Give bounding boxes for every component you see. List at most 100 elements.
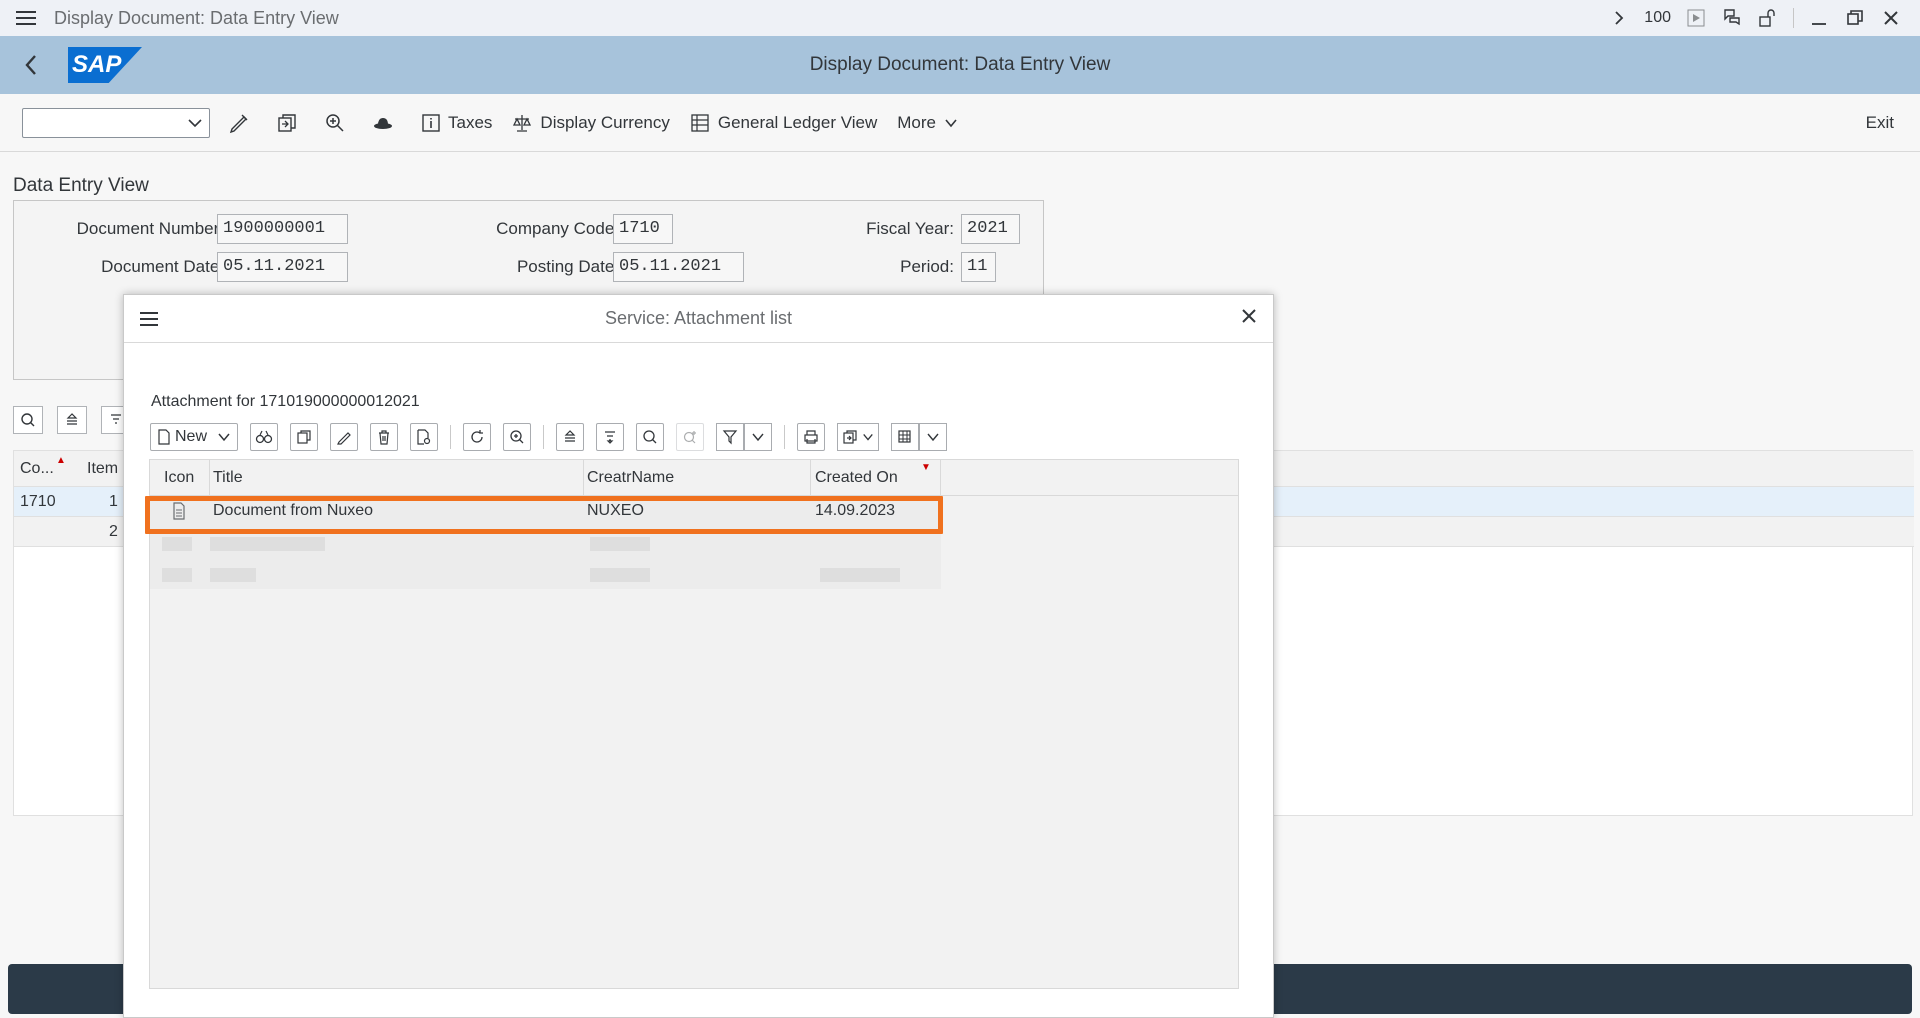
speech-icon[interactable] [1721,7,1743,29]
edit-icon[interactable] [220,104,258,142]
toolbar-separator [450,425,452,449]
back-icon[interactable] [24,50,48,80]
unlock-icon[interactable] [1757,7,1779,29]
column-header-title[interactable]: Title [213,469,243,487]
document-date-field[interactable]: 05.11.2021 [217,252,348,282]
delete-icon[interactable] [370,423,399,451]
sort-indicator-icon: ▲ [56,455,66,466]
posting-date-label: Posting Date: [516,257,619,276]
taxes-button[interactable]: Taxes [422,113,492,133]
export-icon[interactable] [837,423,880,451]
sort-descending-icon[interactable] [596,423,625,451]
chevron-down-icon [863,434,873,441]
dialog-header: Service: Attachment list [124,295,1273,343]
cell-item: 2 [109,523,118,540]
refresh-icon[interactable] [463,423,492,451]
period-field[interactable]: 11 [961,252,996,282]
hat-icon[interactable] [364,104,402,142]
toolbar-separator [543,425,545,449]
play-icon[interactable] [1685,7,1707,29]
zoom-icon[interactable] [316,104,354,142]
sort-ascending-icon[interactable] [57,406,87,434]
display-currency-label: Display Currency [540,112,670,132]
chevron-down-icon[interactable] [744,423,773,451]
attachment-list-dialog: Service: Attachment list Attachment for … [123,294,1274,1018]
zoom-in-icon[interactable] [503,423,532,451]
zoom-icon[interactable] [13,406,43,434]
scale-icon [513,114,532,132]
display-icon[interactable] [250,423,279,451]
attachment-toolbar: New [150,423,959,451]
minimize-icon[interactable] [1808,7,1830,29]
general-ledger-view-label: General Ledger View [717,112,878,132]
fiscal-year-label: Fiscal Year: [866,219,954,238]
hamburger-menu-icon[interactable] [16,11,44,25]
general-ledger-view-button[interactable]: General Ledger View [690,113,877,133]
company-code-field[interactable]: 1710 [613,214,673,244]
find-icon[interactable] [636,423,665,451]
command-field[interactable] [22,107,210,138]
chevron-down-icon [218,433,230,442]
print-icon[interactable] [797,423,826,451]
new-label: New [175,428,208,445]
document-icon [158,429,170,445]
more-button[interactable]: More [897,113,958,133]
posting-date-field[interactable]: 05.11.2021 [613,252,744,282]
sort-indicator-icon: ▼ [921,462,931,473]
company-code-label: Company Code: [496,219,619,238]
attachment-grid-header: Icon Title CreatrName Created On ▼ [150,460,1238,496]
period-label: Period: [900,257,954,276]
new-button[interactable]: New [150,423,239,451]
close-icon[interactable] [1241,308,1257,329]
export-combo [837,423,880,451]
copy-icon[interactable] [268,104,306,142]
cell-co: 1710 [20,493,56,510]
chevron-right-icon[interactable] [1608,7,1630,29]
edit-icon[interactable] [330,423,359,451]
hamburger-menu-icon[interactable] [140,311,158,326]
chevron-down-icon [945,118,957,127]
filter-icon[interactable] [716,423,745,451]
find-next-icon[interactable] [676,423,705,451]
more-label: More [897,112,936,132]
application-toolbar: Taxes Display Currency General Ledger Vi… [0,94,1920,152]
selection-highlight [145,496,943,534]
page-title: Display Document: Data Entry View [809,54,1111,75]
layout-combo [891,423,948,451]
document-date-label: Document Date: [101,257,224,276]
display-currency-button[interactable]: Display Currency [512,112,670,133]
ledger-icon [691,113,709,132]
document-number-label: Document Number: [76,219,224,238]
items-toolbar [13,406,131,434]
attachment-grid: Icon Title CreatrName Created On ▼ Docum… [145,459,1239,989]
chevron-down-icon[interactable] [919,423,948,451]
column-header-created-on[interactable]: Created On [815,469,898,487]
window-title: Display Document: Data Entry View [54,7,339,28]
shell-bar: SAP Display Document: Data Entry View [0,36,1920,94]
exit-button[interactable]: Exit [1866,113,1894,133]
table-row-redacted[interactable] [150,558,941,589]
zoom-level: 100 [1644,9,1671,26]
sap-logo: SAP [68,47,142,83]
column-header-co[interactable]: Co... [20,460,54,478]
close-window-icon[interactable] [1880,7,1902,29]
cell-item: 1 [109,493,118,510]
copy-icon[interactable] [290,423,319,451]
document-search-icon[interactable] [410,423,439,451]
fiscal-year-field[interactable]: 2021 [961,214,1020,244]
chevron-down-icon[interactable] [187,115,203,136]
section-title: Data Entry View [13,175,149,196]
dialog-title: Service: Attachment list [604,308,793,328]
filter-combo [716,423,773,451]
document-number-field[interactable]: 1900000001 [217,214,348,244]
attachment-for-label: Attachment for 171019000000012021 [151,393,420,410]
column-header-item[interactable]: Item [87,460,118,478]
layout-icon[interactable] [891,423,920,451]
restore-icon[interactable] [1844,7,1866,29]
info-icon [422,113,440,132]
column-header-icon[interactable]: Icon [164,469,194,487]
toolbar-separator [784,425,786,449]
column-header-creatrname[interactable]: CreatrName [587,469,674,487]
taxes-label: Taxes [448,112,493,132]
sort-ascending-icon[interactable] [556,423,585,451]
